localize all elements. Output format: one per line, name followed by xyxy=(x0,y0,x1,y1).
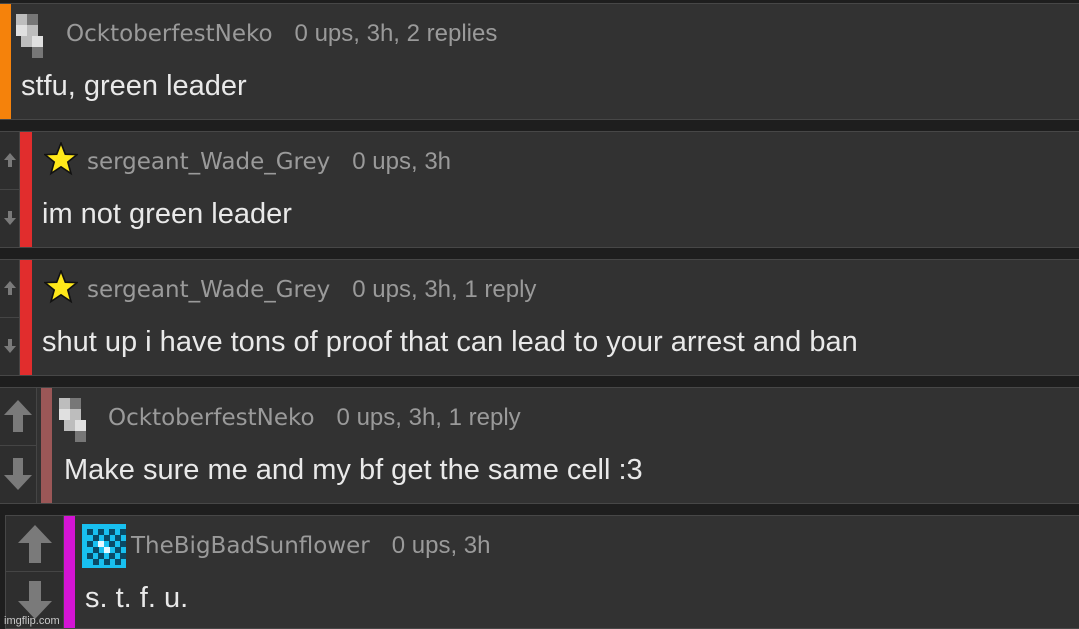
comment-stats[interactable]: 0 ups, 3h xyxy=(392,532,491,559)
arrow-down-icon xyxy=(17,581,52,619)
upvote-button[interactable] xyxy=(6,516,63,572)
arrow-up-icon xyxy=(3,281,16,296)
imgflip-watermark: imgflip.com xyxy=(4,615,60,627)
vote-column xyxy=(0,260,20,375)
arrow-up-icon xyxy=(4,400,32,433)
comment-text: stfu, green leader xyxy=(21,70,247,102)
comment-4: OcktoberfestNeko 0 ups, 3h, 1 reply Make … xyxy=(0,387,1079,504)
checker-avatar-icon xyxy=(82,524,126,568)
arrow-up-icon xyxy=(3,153,16,168)
upvote-button[interactable] xyxy=(0,132,19,190)
reply-depth-bar xyxy=(20,260,32,375)
upvote-button[interactable] xyxy=(0,388,36,446)
pixel-avatar-icon xyxy=(59,398,86,442)
comment-stats[interactable]: 0 ups, 3h, 1 reply xyxy=(352,276,536,303)
comment-5: TheBigBadSunflower 0 ups, 3h s. t. f. u. xyxy=(5,515,1079,629)
comment-stats[interactable]: 0 ups, 3h, 2 replies xyxy=(295,20,498,47)
reply-depth-bar xyxy=(41,388,52,503)
arrow-down-icon xyxy=(4,458,32,491)
vote-column xyxy=(0,132,20,247)
username-link[interactable]: sergeant_Wade_Grey xyxy=(87,149,330,175)
vote-column xyxy=(6,516,64,628)
comment-2: sergeant_Wade_Grey 0 ups, 3h im not green… xyxy=(0,131,1079,248)
comment-text: s. t. f. u. xyxy=(85,582,189,614)
star-icon xyxy=(44,142,78,176)
upvote-button[interactable] xyxy=(0,260,19,318)
downvote-button[interactable] xyxy=(0,318,19,376)
username-link[interactable]: OcktoberfestNeko xyxy=(108,405,315,431)
pixel-avatar-icon xyxy=(16,14,43,58)
downvote-button[interactable] xyxy=(0,190,19,248)
username-link[interactable]: OcktoberfestNeko xyxy=(66,21,273,47)
comment-stats[interactable]: 0 ups, 3h xyxy=(352,148,451,175)
comment-text: im not green leader xyxy=(42,198,292,230)
username-link[interactable]: TheBigBadSunflower xyxy=(131,533,370,559)
vote-column xyxy=(0,388,37,503)
arrow-down-icon xyxy=(3,339,16,354)
arrow-up-icon xyxy=(17,524,52,563)
star-icon xyxy=(44,270,78,304)
reply-depth-bar xyxy=(20,132,32,247)
comment-3: sergeant_Wade_Grey 0 ups, 3h, 1 reply shu… xyxy=(0,259,1079,376)
comment-text: Make sure me and my bf get the same cell… xyxy=(64,454,643,486)
reply-depth-bar xyxy=(0,4,11,119)
comment-text: shut up i have tons of proof that can le… xyxy=(42,326,858,358)
arrow-down-icon xyxy=(3,211,16,226)
comment-1: OcktoberfestNeko 0 ups, 3h, 2 replies stf… xyxy=(0,3,1079,120)
username-link[interactable]: sergeant_Wade_Grey xyxy=(87,277,330,303)
reply-depth-bar xyxy=(64,516,75,628)
comment-stats[interactable]: 0 ups, 3h, 1 reply xyxy=(337,404,521,431)
downvote-button[interactable] xyxy=(0,446,36,504)
